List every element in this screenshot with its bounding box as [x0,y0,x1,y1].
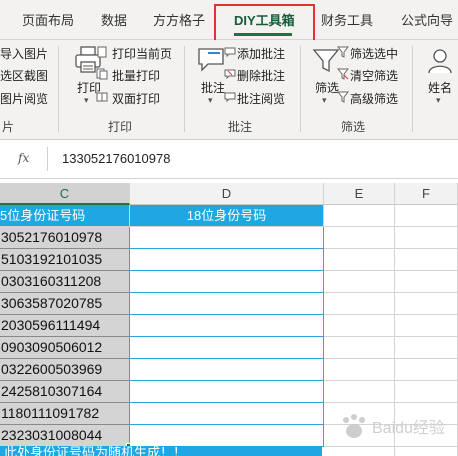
tab-formula-wizard[interactable]: 公式向导 [401,10,453,29]
advanced-filter-button[interactable]: 高级筛选 [350,90,398,107]
column-header-e[interactable]: E [324,183,395,205]
clear-filter-button[interactable]: 清空筛选 [350,67,398,84]
group-separator [58,46,59,132]
formula-bar-separator [47,147,48,171]
header-cell-c[interactable]: 5位身份证号码 [0,205,130,227]
tab-finance-tools[interactable]: 财务工具 [321,10,373,29]
advanced-filter-icon [337,91,349,103]
id-cell-c[interactable]: 2425810307164 [0,381,130,403]
id-cell-c[interactable]: 0322600503969 [0,359,130,381]
comment-group-label: 批注 [228,120,253,134]
footer-note-cell[interactable]: 此处身份证号码为随机生成！！ [0,446,322,456]
empty-cell[interactable] [395,315,458,337]
id-cell-c[interactable]: 5103192101035 [0,249,130,271]
comment-browse-button[interactable]: 批注阅览 [237,90,285,107]
add-comment-icon [224,47,236,58]
duplex-print-icon [96,92,108,102]
id-cell-c[interactable]: 1180111091782 [0,403,130,425]
empty-cell[interactable] [395,447,458,456]
empty-cell[interactable] [395,205,458,227]
empty-cell[interactable] [324,315,395,337]
batch-print-button[interactable]: 批量打印 [112,67,160,84]
print-current-page-icon [97,46,107,58]
image-browse-button[interactable]: 图片阅览 [0,90,48,107]
empty-cell[interactable] [395,227,458,249]
comment-browse-icon [224,92,236,103]
comment-button[interactable]: 批注 [201,79,225,96]
id-cell-d[interactable] [130,337,324,359]
print-current-page-button[interactable]: 打印当前页 [112,45,172,62]
comment-dropdown-icon[interactable]: ▾ [208,95,213,106]
empty-cell[interactable] [395,381,458,403]
id-cell-d[interactable] [130,271,324,293]
name-button[interactable]: 姓名 [428,79,452,96]
filter-selected-icon [337,46,349,58]
empty-cell[interactable] [395,249,458,271]
empty-cell[interactable] [395,359,458,381]
column-header-c[interactable]: C [0,183,130,205]
empty-cell[interactable] [324,381,395,403]
id-cell-d[interactable] [130,249,324,271]
column-header-d[interactable]: D [130,183,324,205]
filter-selected-button[interactable]: 筛选选中 [350,45,398,62]
empty-cell[interactable] [324,249,395,271]
empty-cell[interactable] [395,337,458,359]
id-cell-c[interactable]: 2323031008044 [0,425,130,447]
empty-cell[interactable] [395,293,458,315]
duplex-print-button[interactable]: 双面打印 [112,90,160,107]
clear-filter-icon [337,68,349,80]
id-cell-c[interactable]: 0903090506012 [0,337,130,359]
add-comment-button[interactable]: 添加批注 [237,45,285,62]
id-cell-c[interactable]: 0303160311208 [0,271,130,293]
formula-bar: fx 133052176010978 [0,141,458,179]
filter-dropdown-icon[interactable]: ▾ [322,95,327,106]
watermark-text: Baidu经验 [372,419,445,437]
tab-data[interactable]: 数据 [101,10,127,29]
id-cell-d[interactable] [130,425,324,447]
group-separator [184,46,185,132]
id-cell-c[interactable]: 3052176010978 [0,227,130,249]
id-cell-d[interactable] [130,227,324,249]
person-icon [428,49,452,74]
column-header-f[interactable]: F [395,183,458,205]
image-group-label: 片 [2,120,15,134]
fx-icon[interactable]: fx [18,151,29,165]
empty-cell[interactable] [324,359,395,381]
empty-cell[interactable] [324,271,395,293]
empty-cell[interactable] [324,337,395,359]
filter-button[interactable]: 筛选 [315,79,339,96]
id-cell-d[interactable] [130,403,324,425]
import-image-button[interactable]: 导入图片 [0,45,48,62]
ribbon: 导入图片 选区截图 图片阅览 片 打印 ▾ 打印当前页 批量打印 双面打印 打印… [0,40,458,140]
delete-comment-button[interactable]: 删除批注 [237,67,285,84]
id-cell-d[interactable] [130,315,324,337]
formula-input[interactable]: 133052176010978 [62,151,170,166]
print-dropdown-icon[interactable]: ▾ [84,95,89,106]
print-group-label: 打印 [108,120,133,134]
id-cell-d[interactable] [130,381,324,403]
empty-cell[interactable] [395,271,458,293]
filter-group-label: 筛选 [341,120,366,134]
name-dropdown-icon[interactable]: ▾ [436,95,441,106]
group-separator [300,46,301,132]
baidu-watermark-logo: Baidu经验 [338,412,458,442]
empty-cell[interactable] [324,227,395,249]
region-capture-button[interactable]: 选区截图 [0,67,48,84]
empty-cell[interactable] [324,293,395,315]
delete-comment-icon [224,69,236,80]
id-cell-d[interactable] [130,359,324,381]
id-cell-c[interactable]: 2030596111494 [0,315,130,337]
empty-cell[interactable] [324,447,395,456]
tab-fangfang[interactable]: 方方格子 [153,10,205,29]
filter-funnel-icon [312,49,340,73]
id-cell-c[interactable]: 3063587020785 [0,293,130,315]
batch-print-icon [96,68,108,80]
empty-cell[interactable] [324,205,395,227]
tab-page-layout[interactable]: 页面布局 [22,10,74,29]
comment-icon [198,48,224,72]
header-cell-d[interactable]: 18位身份号码 [130,205,324,227]
group-separator [412,46,413,132]
id-cell-d[interactable] [130,293,324,315]
